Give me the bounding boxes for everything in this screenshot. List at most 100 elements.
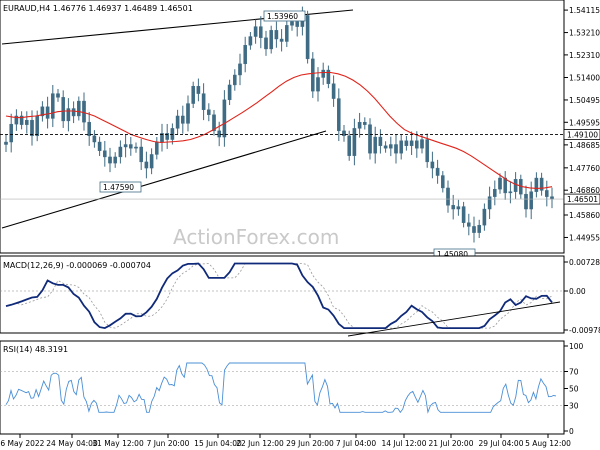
candle-body	[108, 156, 112, 164]
candle-body	[201, 93, 206, 110]
rsi-tick-label: 70	[569, 368, 579, 377]
candle-body	[456, 206, 461, 210]
candle-body	[175, 115, 180, 129]
price-axis: 1.54115 1.53210 1.52310 1.51400 1.50495 1.495…	[564, 6, 600, 242]
candle-body	[378, 136, 383, 146]
candle-body	[97, 141, 102, 151]
rsi-tick-label: 0	[569, 427, 574, 436]
candle-body	[139, 146, 144, 163]
time-tick-label: 7 Jul 04:00	[336, 439, 376, 448]
candle-body	[25, 119, 29, 125]
price-tick-label: 1.48685	[569, 141, 600, 150]
candle-body	[550, 196, 554, 200]
candle-body	[259, 26, 263, 38]
candle-body	[331, 83, 336, 99]
candle-body	[290, 21, 294, 26]
time-tick-label: 24 May 04:00	[46, 439, 98, 448]
time-tick-label: 22 Jun 12:00	[236, 439, 284, 448]
candle-body	[347, 135, 352, 156]
time-tick-label: 5 Aug 12:00	[525, 439, 571, 448]
chart-canvas: EURAUD,H4 1.46776 1.46937 1.46489 1.4650…	[0, 0, 600, 448]
candle-body	[154, 141, 159, 155]
candle-body	[134, 146, 138, 149]
candle-body	[238, 63, 242, 76]
candle-body	[217, 130, 222, 138]
candle-body	[461, 206, 466, 223]
rsi-tick-label: 50	[569, 385, 579, 394]
forex-chart: EURAUD,H4 1.46776 1.46937 1.46489 1.4650…	[0, 0, 600, 450]
candle-body	[305, 15, 310, 60]
candle-body	[357, 121, 362, 129]
candle-body	[493, 188, 497, 197]
candle-body	[430, 161, 435, 169]
candle-body	[383, 145, 388, 149]
candle-body	[56, 93, 60, 98]
candle-body	[487, 196, 492, 210]
candle-body	[534, 177, 539, 192]
candle-body	[316, 77, 320, 92]
candle-body	[51, 93, 55, 119]
price-tick-label: 1.47760	[569, 164, 600, 173]
candle-body	[149, 154, 154, 169]
candle-body	[498, 177, 502, 190]
price-title: EURAUD,H4 1.46776 1.46937 1.46489 1.4650…	[3, 4, 193, 13]
candle-body	[363, 121, 367, 125]
rsi-tick-label: 100	[569, 342, 584, 351]
candle-body	[253, 26, 258, 37]
candle-body	[243, 45, 248, 65]
macd-panel: MACD(12,26,9) -0.000069 -0.000704 0.0072…	[0, 255, 600, 337]
macd-title: MACD(12,26,9) -0.000069 -0.000704	[3, 261, 151, 270]
candle-body	[529, 191, 533, 210]
macd-tick-label: 0.00	[569, 287, 586, 296]
candle-body	[295, 21, 300, 27]
candle-body	[467, 222, 471, 227]
candle-body	[425, 139, 430, 163]
candle-body	[477, 224, 482, 233]
candle-body	[264, 37, 268, 50]
price-tick-label: 1.44955	[569, 233, 600, 242]
candle-body	[337, 98, 341, 132]
candle-body	[404, 140, 409, 146]
rsi-axis: 100 70 50 30 0	[564, 342, 584, 436]
candle-body	[170, 128, 175, 140]
candle-body	[321, 69, 326, 78]
candle-body	[180, 115, 185, 124]
swing-low-annotation: 1.47590	[103, 183, 134, 192]
price-tick-label: 1.52310	[569, 51, 600, 60]
macd-axis: 0.007282 0.00 -0.009787	[564, 258, 600, 335]
time-axis: 16 May 2022 24 May 04:0031 May 12:00 7 Jun…	[0, 434, 571, 448]
price-tick-label: 1.49595	[569, 118, 600, 127]
candle-body	[373, 136, 378, 154]
candle-body	[71, 108, 76, 117]
candle-body	[342, 130, 346, 137]
candle-body	[35, 115, 39, 137]
price-panel: EURAUD,H4 1.46776 1.46937 1.46489 1.4650…	[0, 0, 600, 260]
candle-body	[545, 190, 549, 197]
price-tick-label: 1.53210	[569, 29, 600, 38]
candle-body	[118, 146, 123, 158]
candle-body	[524, 193, 528, 210]
candle-body	[206, 109, 211, 115]
candle-body	[196, 85, 201, 94]
price-tick-label: 1.50495	[569, 96, 600, 105]
candle-body	[4, 141, 8, 145]
candle-body	[61, 97, 65, 122]
candle-body	[311, 58, 315, 92]
candle-body	[513, 179, 518, 192]
candle-body	[232, 74, 237, 86]
rsi-title: RSI(14) 48.3191	[3, 345, 68, 354]
candle-body	[248, 36, 253, 46]
level-price-label: 1.49100	[567, 131, 598, 140]
candle-body	[82, 100, 86, 123]
candle-body	[191, 85, 196, 104]
candle-body	[102, 150, 107, 158]
macd-tick-label: 0.007282	[569, 258, 600, 267]
candle-body	[482, 208, 487, 226]
candle-body	[222, 99, 227, 138]
candle-body	[435, 167, 440, 176]
time-tick-label: 21 Jul 20:00	[429, 439, 474, 448]
candle-body	[113, 156, 117, 164]
watermark: ActionForex.com	[173, 225, 339, 249]
candle-body	[87, 121, 91, 137]
candle-body	[123, 144, 128, 148]
